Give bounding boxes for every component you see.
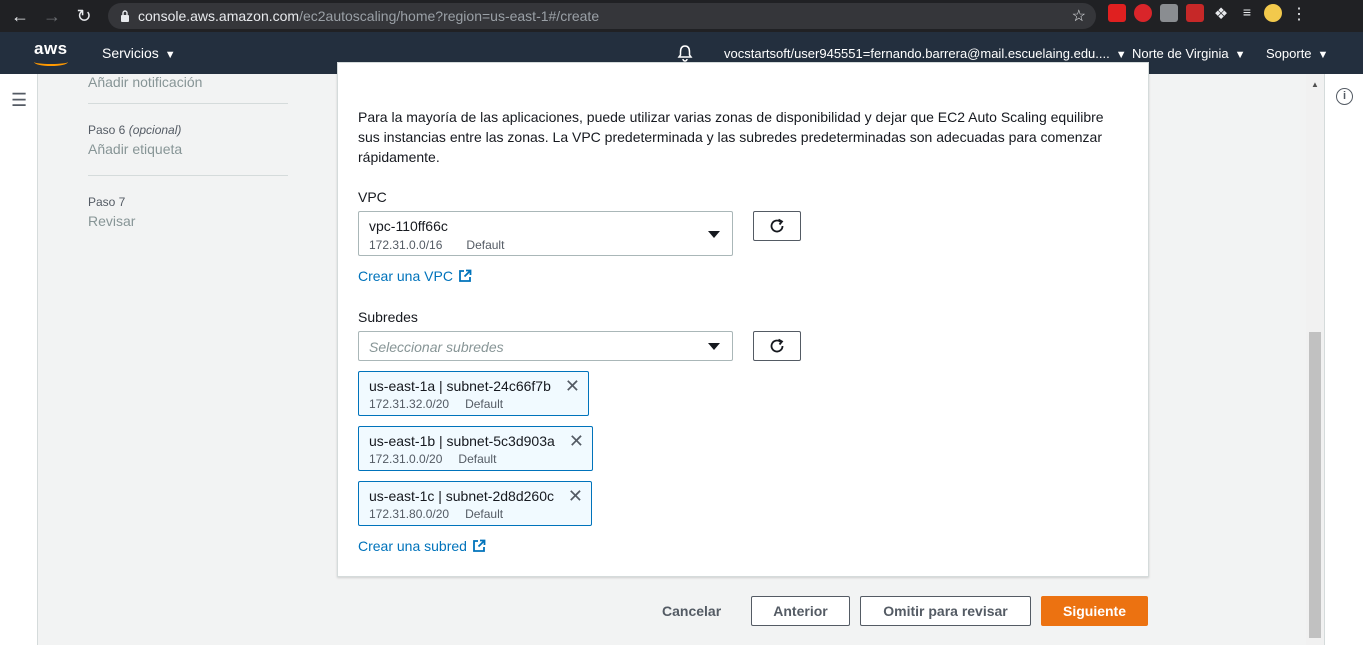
caret-down-icon xyxy=(708,231,720,238)
caret-down-icon xyxy=(708,343,720,350)
step-review[interactable]: Paso 7 Revisar xyxy=(88,195,288,229)
browser-menu-icon[interactable]: ⋮ xyxy=(1290,4,1308,23)
subnet-details: 172.31.32.0/20 Default xyxy=(369,397,504,411)
network-card: Para la mayoría de las aplicaciones, pue… xyxy=(337,62,1149,577)
forward-icon[interactable]: → xyxy=(40,4,64,28)
left-nav-rail: ☰ xyxy=(0,74,38,645)
back-icon[interactable]: ← xyxy=(8,4,32,28)
create-subnet-link[interactable]: Crear una subred xyxy=(358,538,486,554)
caret-down-icon: ▼ xyxy=(1115,49,1127,61)
address-bar[interactable]: console.aws.amazon.com/ec2autoscaling/ho… xyxy=(108,3,1096,29)
caret-down-icon: ▼ xyxy=(1317,49,1329,61)
caret-down-icon: ▼ xyxy=(164,49,176,61)
support-label: Soporte xyxy=(1266,46,1312,61)
step-name: Añadir etiqueta xyxy=(88,141,183,157)
step-number: Paso 7 xyxy=(88,195,126,209)
subnet-token: us-east-1b | subnet-5c3d903a 172.31.0.0/… xyxy=(358,426,593,471)
bookmark-star-icon[interactable]: ☆ xyxy=(1072,6,1086,26)
remove-subnet-icon[interactable]: ✕ xyxy=(569,432,584,450)
subnet-token: us-east-1c | subnet-2d8d260c 172.31.80.0… xyxy=(358,481,592,526)
reload-icon[interactable]: ↻ xyxy=(72,4,96,28)
url-path: /ec2autoscaling/home?region=us-east-1#/c… xyxy=(299,8,600,24)
account-menu[interactable]: vocstartsoft/user945551=fernando.barrera… xyxy=(724,46,1127,61)
subnet-name: us-east-1c | subnet-2d8d260c xyxy=(369,488,554,504)
browser-toolbar: ← → ↻ console.aws.amazon.com/ec2autoscal… xyxy=(0,0,1363,32)
refresh-icon xyxy=(770,218,784,233)
extension-facebook-icon[interactable] xyxy=(1160,4,1178,22)
skip-to-review-button[interactable]: Omitir para revisar xyxy=(860,596,1031,626)
subnets-label: Subredes xyxy=(358,309,418,325)
refresh-icon xyxy=(770,338,784,353)
aws-logo-smile xyxy=(34,58,68,66)
scroll-up-icon[interactable]: ▲ xyxy=(1311,80,1319,89)
services-menu[interactable]: Servicios ▼ xyxy=(102,45,176,61)
lock-icon xyxy=(121,10,129,22)
subnet-token: us-east-1a | subnet-24c66f7b 172.31.32.0… xyxy=(358,371,589,416)
step-name: Revisar xyxy=(88,213,136,229)
subnets-placeholder: Seleccionar subredes xyxy=(369,339,504,355)
subnets-select[interactable]: Seleccionar subredes xyxy=(358,331,733,361)
region-menu[interactable]: Norte de Virginia ▼ xyxy=(1132,46,1245,61)
extensions-puzzle-icon[interactable]: ❖ xyxy=(1212,4,1230,23)
extensions: ❖ ≡ ⋮ xyxy=(1108,4,1308,23)
subnet-name: us-east-1a | subnet-24c66f7b xyxy=(369,378,551,394)
extension-drop-icon[interactable] xyxy=(1134,4,1152,22)
subnet-details: 172.31.80.0/20 Default xyxy=(369,507,504,521)
services-label: Servicios xyxy=(102,45,159,61)
media-queue-icon[interactable]: ≡ xyxy=(1238,4,1256,22)
external-link-icon xyxy=(459,269,472,282)
extension-red-icon[interactable] xyxy=(1108,4,1126,22)
profile-avatar[interactable] xyxy=(1264,4,1282,22)
support-menu[interactable]: Soporte ▼ xyxy=(1266,46,1328,61)
network-description: Para la mayoría de las aplicaciones, pue… xyxy=(358,109,1104,165)
create-subnet-label: Crear una subred xyxy=(358,538,467,554)
create-vpc-link[interactable]: Crear una VPC xyxy=(358,268,472,284)
subnet-details: 172.31.0.0/20 Default xyxy=(369,452,497,466)
caret-down-icon: ▼ xyxy=(1234,49,1246,61)
external-link-icon xyxy=(473,539,486,552)
vpc-select[interactable]: vpc-110ff66c 172.31.0.0/16 Default xyxy=(358,211,733,256)
remove-subnet-icon[interactable]: ✕ xyxy=(565,377,580,395)
extension-chart-icon[interactable] xyxy=(1186,4,1204,22)
account-label: vocstartsoft/user945551=fernando.barrera… xyxy=(724,46,1110,61)
notifications-bell-icon[interactable] xyxy=(676,44,694,62)
refresh-subnets-button[interactable] xyxy=(753,331,801,361)
cancel-button[interactable]: Cancelar xyxy=(662,603,721,619)
previous-button[interactable]: Anterior xyxy=(751,596,850,626)
subnet-name: us-east-1b | subnet-5c3d903a xyxy=(369,433,555,449)
hamburger-menu-icon[interactable]: ☰ xyxy=(11,90,27,111)
info-icon[interactable]: i xyxy=(1336,88,1353,105)
region-label: Norte de Virginia xyxy=(1132,46,1229,61)
step-name: Añadir notificación xyxy=(88,74,203,90)
step-number: Paso 6 (opcional) xyxy=(88,123,182,137)
step-add-notification[interactable]: Añadir notificación xyxy=(88,70,288,90)
help-panel-rail: i xyxy=(1324,74,1363,645)
step-divider xyxy=(88,175,288,176)
remove-subnet-icon[interactable]: ✕ xyxy=(568,487,583,505)
vpc-label: VPC xyxy=(358,189,387,205)
step-add-tags[interactable]: Paso 6 (opcional) Añadir etiqueta xyxy=(88,123,288,157)
next-button[interactable]: Siguiente xyxy=(1041,596,1148,626)
aws-logo[interactable]: aws xyxy=(34,39,68,59)
vpc-details: 172.31.0.0/16 Default xyxy=(369,238,505,252)
scrollbar-thumb[interactable] xyxy=(1309,332,1321,638)
vpc-value: vpc-110ff66c xyxy=(369,218,448,234)
refresh-vpc-button[interactable] xyxy=(753,211,801,241)
url-host: console.aws.amazon.com xyxy=(138,8,300,24)
step-divider xyxy=(88,103,288,104)
create-vpc-label: Crear una VPC xyxy=(358,268,453,284)
